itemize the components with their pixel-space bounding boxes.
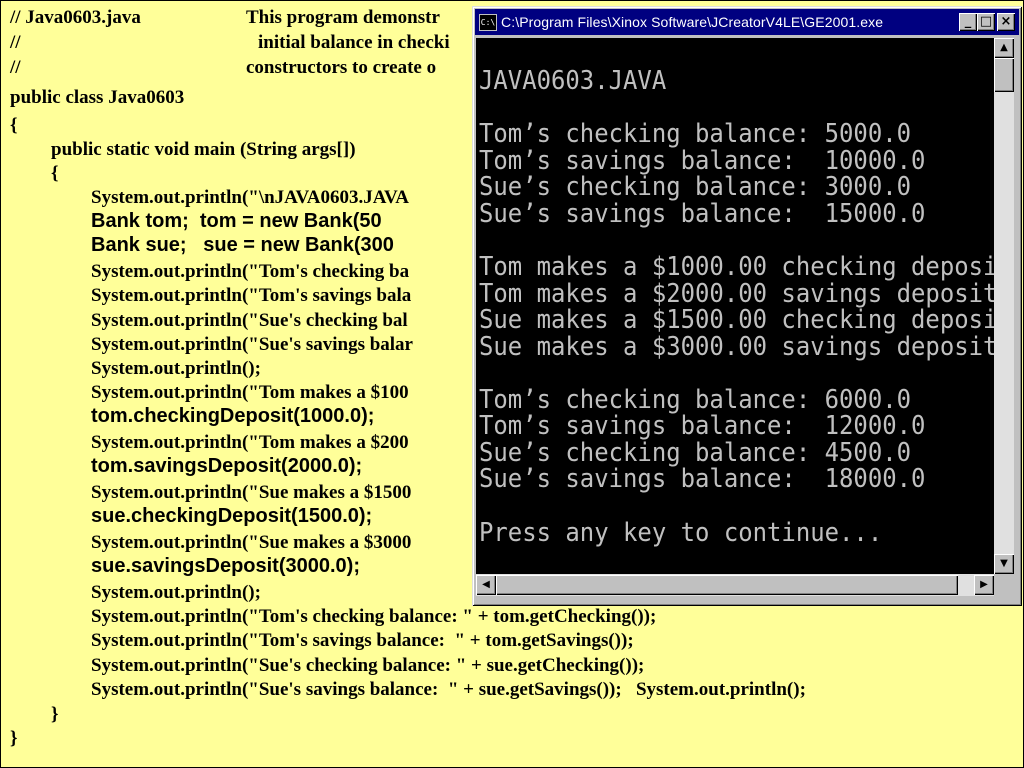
- code-line: System.out.println("Sue's checking bal: [91, 310, 408, 331]
- console-line: JAVA0603.JAVA: [479, 66, 667, 96]
- code-line: sue.savingsDeposit(3000.0);: [91, 555, 360, 577]
- code-line: System.out.println("Sue's savings balanc…: [91, 679, 806, 700]
- code-line: Bank sue; sue = new Bank(300: [91, 234, 394, 256]
- header-comment-2-left: //: [10, 32, 21, 53]
- code-line: sue.checkingDeposit(1500.0);: [91, 505, 373, 527]
- header-comment-3-left: //: [10, 57, 21, 78]
- header-comment-2-right: initial balance in checki: [258, 32, 450, 53]
- header-comment-1-left: // Java0603.java: [10, 7, 141, 28]
- console-output-area[interactable]: JAVA0603.JAVA Tom’s checking balance: 50…: [476, 38, 994, 574]
- console-line: Sue makes a $1500.00 checking deposit: [479, 305, 994, 335]
- console-line: Sue’s checking balance: 3000.0: [479, 172, 912, 202]
- code-line: System.out.println("Tom's checking ba: [91, 261, 410, 282]
- code-line: {: [51, 163, 59, 184]
- scroll-right-arrow-icon[interactable]: ▶: [974, 575, 994, 595]
- console-line: Sue’s savings balance: 18000.0: [479, 464, 926, 494]
- code-line: Bank tom; tom = new Bank(50: [91, 210, 382, 232]
- console-line: Tom’s savings balance: 12000.0: [479, 411, 926, 441]
- vertical-scrollbar[interactable]: ▲ ▼: [994, 38, 1014, 574]
- scroll-up-arrow-icon[interactable]: ▲: [994, 38, 1014, 58]
- code-line: System.out.println("Tom's checking balan…: [91, 606, 657, 627]
- code-line: System.out.println();: [91, 582, 261, 603]
- console-titlebar[interactable]: C:\ C:\Program Files\Xinox Software\JCre…: [475, 9, 1019, 35]
- console-line: Tom’s checking balance: 5000.0: [479, 119, 912, 149]
- code-line: public class Java0603: [10, 87, 185, 108]
- close-button[interactable]: ×: [997, 13, 1015, 31]
- maximize-button[interactable]: □: [977, 13, 995, 31]
- console-title: C:\Program Files\Xinox Software\JCreator…: [501, 14, 884, 30]
- horizontal-scrollbar[interactable]: ◀ ▶: [476, 574, 994, 596]
- console-app-icon[interactable]: C:\: [479, 14, 497, 31]
- console-line: Tom’s savings balance: 10000.0: [479, 146, 926, 176]
- code-line: System.out.println("Tom's savings bala: [91, 285, 412, 306]
- console-line: Sue’s savings balance: 15000.0: [479, 199, 926, 229]
- scroll-down-arrow-icon[interactable]: ▼: [994, 554, 1014, 574]
- console-line: Tom’s checking balance: 6000.0: [479, 385, 912, 415]
- code-line: System.out.println("Sue makes a $1500: [91, 482, 412, 503]
- scroll-left-arrow-icon[interactable]: ◀: [476, 575, 496, 595]
- code-line: System.out.println("Sue's savings balar: [91, 334, 413, 355]
- console-line: Sue makes a $3000.00 savings deposit: [479, 332, 994, 362]
- minimize-button[interactable]: _: [959, 13, 977, 31]
- vertical-scroll-thumb[interactable]: [994, 58, 1014, 92]
- code-line: public static void main (String args[]): [51, 139, 356, 160]
- code-line: System.out.println("Sue makes a $3000: [91, 532, 412, 553]
- code-line: System.out.println("Tom makes a $200: [91, 432, 409, 453]
- code-line: System.out.println("\nJAVA0603.JAVA: [91, 187, 409, 208]
- header-comment-3-right: constructors to create o: [246, 57, 437, 78]
- header-comment-1-right: This program demonstr: [246, 7, 440, 28]
- console-line: Tom makes a $1000.00 checking deposit: [479, 252, 994, 282]
- console-window[interactable]: C:\ C:\Program Files\Xinox Software\JCre…: [472, 6, 1022, 606]
- horizontal-scroll-thumb[interactable]: [496, 575, 958, 595]
- code-line: }: [51, 704, 59, 725]
- code-line: tom.savingsDeposit(2000.0);: [91, 455, 363, 477]
- code-line: System.out.println("Tom's savings balanc…: [91, 630, 634, 651]
- console-prompt-line: Press any key to continue...: [479, 518, 883, 548]
- code-line: System.out.println();: [91, 358, 261, 379]
- scrollbar-corner: [994, 574, 1014, 596]
- code-line: System.out.println("Sue's checking balan…: [91, 655, 645, 676]
- code-line: tom.checkingDeposit(1000.0);: [91, 405, 375, 427]
- code-line: System.out.println("Tom makes a $100: [91, 382, 409, 403]
- console-line: Sue’s checking balance: 4500.0: [479, 438, 912, 468]
- code-line: {: [10, 115, 18, 136]
- console-line: Tom makes a $2000.00 savings deposit: [479, 279, 994, 309]
- code-line: }: [10, 728, 18, 749]
